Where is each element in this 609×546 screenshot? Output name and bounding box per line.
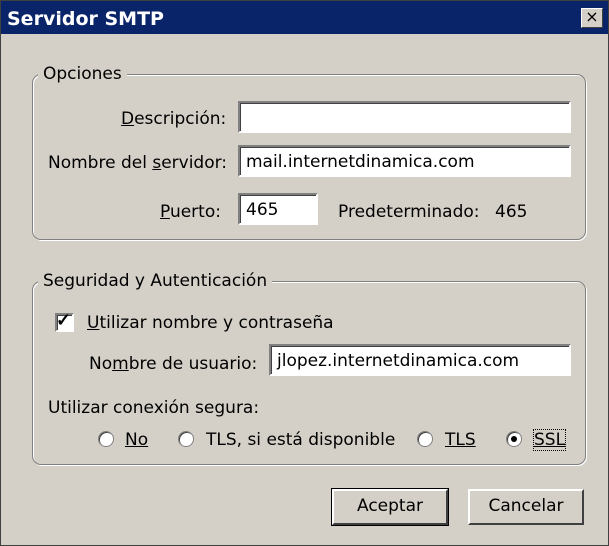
radio-tls[interactable] — [417, 431, 433, 447]
checkmark-icon: ✓ — [56, 310, 72, 330]
options-legend: Opciones — [38, 64, 127, 84]
radio-tls-label[interactable]: TLS — [445, 430, 476, 450]
accept-button[interactable]: Aceptar — [331, 488, 449, 526]
smtp-server-dialog: Servidor SMTP × Opciones Descripción: No… — [0, 0, 609, 546]
window-title: Servidor SMTP — [7, 8, 164, 30]
radio-tls-if-available-label[interactable]: TLS, si está disponible — [206, 430, 395, 450]
secure-connection-label: Utilizar conexión segura: — [48, 398, 260, 418]
port-label: Puerto: — [160, 202, 221, 222]
server-name-label: Nombre del servidor: — [48, 153, 228, 173]
default-port-label: Predeterminado: — [338, 202, 480, 222]
username-label: Nombre de usuario: — [89, 354, 258, 374]
use-credentials-label[interactable]: Utilizar nombre y contraseña — [87, 313, 334, 333]
radio-no[interactable] — [98, 431, 114, 447]
radio-ssl[interactable] — [506, 431, 522, 447]
title-bar: Servidor SMTP × — [1, 1, 608, 34]
radio-ssl-label[interactable]: SSL — [532, 429, 567, 451]
close-button[interactable]: × — [581, 8, 603, 28]
security-legend: Seguridad y Autenticación — [38, 271, 273, 291]
username-field[interactable]: jlopez.internetdinamica.com — [269, 344, 571, 376]
description-field[interactable] — [238, 101, 571, 133]
description-label: Descripción: — [121, 109, 227, 129]
radio-no-label[interactable]: No — [125, 430, 148, 450]
server-name-field[interactable]: mail.internetdinamica.com — [238, 145, 571, 177]
radio-tls-if-available[interactable] — [178, 431, 194, 447]
use-credentials-checkbox[interactable]: ✓ — [55, 310, 74, 332]
close-icon: × — [585, 7, 599, 26]
cancel-button[interactable]: Cancelar — [468, 489, 584, 525]
port-field[interactable]: 465 — [238, 193, 318, 225]
radio-selected-dot — [511, 436, 517, 442]
default-port-value: 465 — [495, 202, 528, 222]
